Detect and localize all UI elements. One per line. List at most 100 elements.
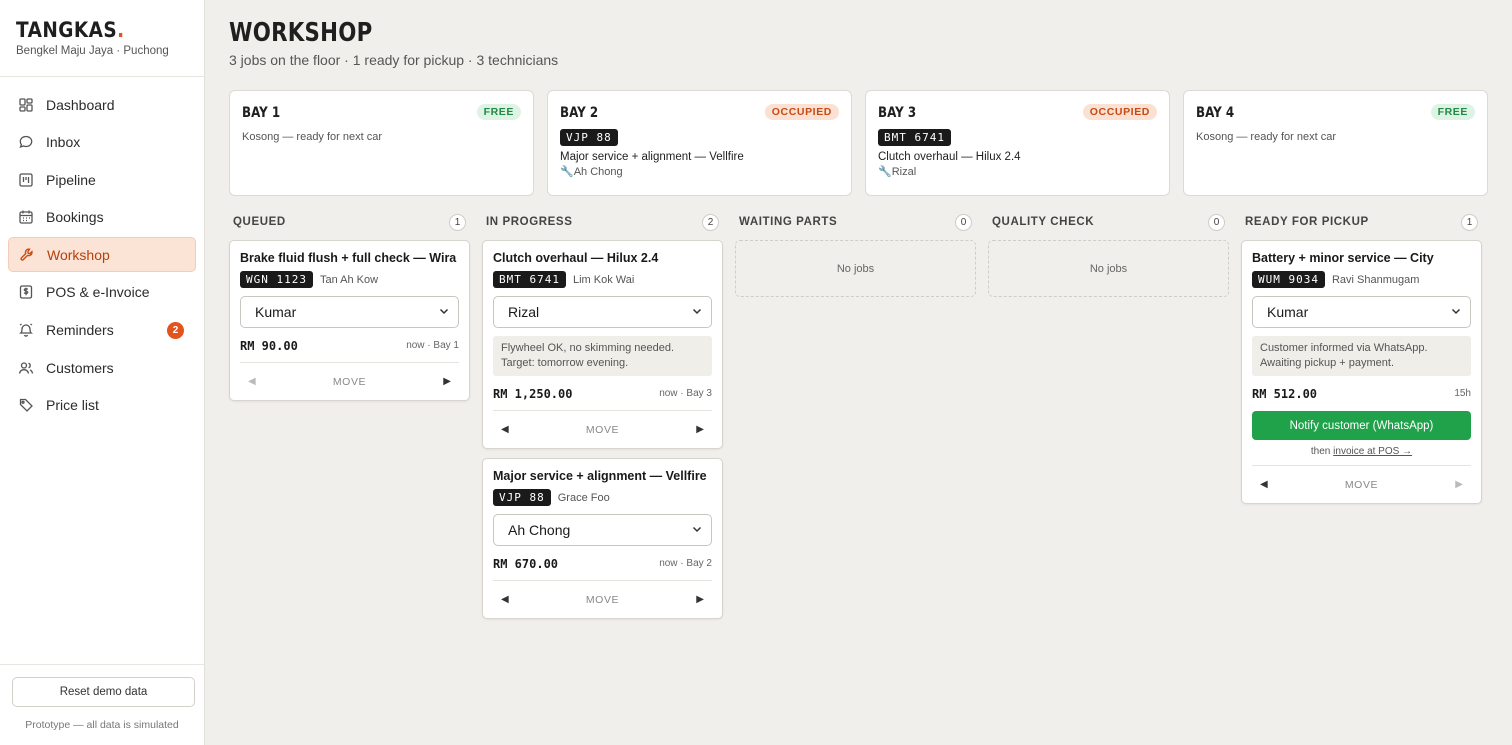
chat-bubble-icon [18,134,34,150]
bay-empty-text: Kosong — ready for next car [242,131,383,143]
sidebar-item-label: POS & e-Invoice [46,284,150,301]
sidebar-item-customers[interactable]: Customers [8,350,196,385]
technician-selected-value: Kumar [255,304,297,320]
bay-technician: 🔧Rizal [878,166,917,178]
plate-number: BMT 6741 [878,129,951,146]
sidebar-item-pos-e-invoice[interactable]: POS & e-Invoice [8,275,196,310]
job-card[interactable]: Clutch overhaul — Hilux 2.4 BMT 6741 Lim K… [482,240,723,449]
plate-number: VJP 88 [560,129,618,146]
column-count-badge: 0 [955,213,972,231]
sidebar-item-label: Workshop [47,246,110,263]
bay-status-badge: FREE [1430,104,1475,120]
bay-card-1[interactable]: BAY 1 FREE Kosong — ready for next car [229,90,534,196]
invoice-at-pos-link[interactable]: invoice at POS → [1333,446,1412,457]
bay-empty-text: Kosong — ready for next car [1196,131,1337,143]
job-meta: WGN 1123 Tan Ah Kow [240,271,459,288]
move-right-icon[interactable]: ▶ [443,376,451,387]
bay-card-4[interactable]: BAY 4 FREE Kosong — ready for next car [1183,90,1488,196]
column-header: WAITING PARTS 0 [735,213,976,231]
invoice-hint-prefix: then [1310,446,1334,457]
plate-number: WGN 1123 [240,271,313,288]
dollar-receipt-icon [18,284,34,300]
sidebar-item-price-list[interactable]: Price list [8,388,196,423]
column-header: READY FOR PICKUP 1 [1241,213,1482,231]
column-header: QUEUED 1 [229,213,470,231]
chevron-down-icon [691,522,703,538]
sidebar-item-bookings[interactable]: Bookings [8,200,196,235]
prototype-note: Prototype — all data is simulated [25,719,179,731]
sidebar-item-label: Reminders [46,322,114,339]
job-meta: VJP 88 Grace Foo [493,489,712,506]
job-card[interactable]: Battery + minor service — City WUM 9034 Ra… [1241,240,1482,504]
job-title: Brake fluid flush + full check — Wira [240,251,457,265]
price-row: RM 512.00 15h [1252,385,1471,402]
move-controls: ◀ MOVE ▶ [493,410,712,448]
column-header: QUALITY CHECK 0 [988,213,1229,231]
job-price: RM 90.00 [240,338,298,353]
chevron-down-icon [438,304,450,320]
column-waiting-parts: WAITING PARTS 0 No jobs [735,213,976,628]
bay-job-title: Clutch overhaul — Hilux 2.4 [878,151,1021,163]
move-right-icon[interactable]: ▶ [696,594,704,605]
sidebar-item-label: Price list [46,397,99,414]
bay-status-badge: OCCUPIED [1082,104,1157,120]
column-title: READY FOR PICKUP [1245,216,1369,228]
move-controls: ◀ MOVE ▶ [240,362,459,400]
sidebar-item-workshop[interactable]: Workshop [8,237,196,273]
sidebar-item-pipeline[interactable]: Pipeline [8,162,196,197]
sidebar-item-reminders[interactable]: Reminders 2 [8,313,196,348]
brand-logo[interactable]: TANGKAS. [16,18,125,42]
reset-demo-button[interactable]: Reset demo data [12,677,195,707]
move-right-icon[interactable]: ▶ [696,424,704,435]
sidebar: TANGKAS. Bengkel Maju Jaya · Puchong Das… [0,0,205,745]
bay-card-3[interactable]: BAY 3 OCCUPIED BMT 6741 Clutch overhaul — H… [865,90,1170,196]
job-title: Clutch overhaul — Hilux 2.4 [493,251,659,265]
job-note: Flywheel OK, no skimming needed. Target:… [493,336,712,376]
technician-select[interactable]: Kumar [1252,296,1471,328]
bay-name: BAY 1 [242,105,281,121]
users-icon [18,360,34,376]
bay-status-badge: OCCUPIED [764,104,839,120]
column-title: IN PROGRESS [486,216,573,228]
technician-select[interactable]: Ah Chong [493,514,712,546]
job-title: Major service + alignment — Vellfire [493,469,707,483]
sidebar-item-inbox[interactable]: Inbox [8,125,196,160]
column-count-badge: 0 [1208,213,1225,231]
plate-number: VJP 88 [493,489,551,506]
sidebar-footer: Reset demo data Prototype — all data is … [0,664,204,745]
notify-whatsapp-button[interactable]: Notify customer (WhatsApp) [1252,411,1471,440]
move-controls: ◀ MOVE ▶ [493,580,712,618]
move-left-icon[interactable]: ◀ [1260,479,1268,490]
sidebar-item-dashboard[interactable]: Dashboard [8,87,196,122]
app-root: TANGKAS. Bengkel Maju Jaya · Puchong Das… [0,0,1512,745]
price-row: RM 670.00 now · Bay 2 [493,555,712,572]
bay-card-2[interactable]: BAY 2 OCCUPIED VJP 88 Major service + align… [547,90,852,196]
bay-name: BAY 2 [560,105,599,121]
technician-selected-value: Ah Chong [508,522,571,538]
move-left-icon[interactable]: ◀ [501,594,509,605]
calendar-icon [18,209,34,225]
brand-dot: . [117,18,125,42]
job-card[interactable]: Major service + alignment — Vellfire VJP … [482,458,723,619]
main-content: WORKSHOP 3 jobs on the floor · 1 ready f… [205,0,1512,745]
invoice-hint: then invoice at POS → [1252,446,1471,457]
move-label: MOVE [1344,478,1379,491]
brand-name: TANGKAS [16,18,118,42]
job-price: RM 1,250.00 [493,386,573,401]
job-card[interactable]: Brake fluid flush + full check — Wira WGN… [229,240,470,401]
move-left-icon[interactable]: ◀ [501,424,509,435]
bay-job-title: Major service + alignment — Vellfire [560,151,744,163]
column-count-badge: 2 [702,213,719,231]
plate-number: WUM 9034 [1252,271,1325,288]
bell-icon [18,322,34,338]
dashboard-icon [18,97,34,113]
tag-icon [18,397,34,413]
job-time-bay: now · Bay 2 [659,558,712,569]
bay-technician: 🔧Ah Chong [560,166,623,178]
technician-select[interactable]: Kumar [240,296,459,328]
plate-number: BMT 6741 [493,271,566,288]
technician-select[interactable]: Rizal [493,296,712,328]
column-count-badge: 1 [449,213,466,231]
move-left-icon: ◀ [248,376,256,387]
column-header: IN PROGRESS 2 [482,213,723,231]
